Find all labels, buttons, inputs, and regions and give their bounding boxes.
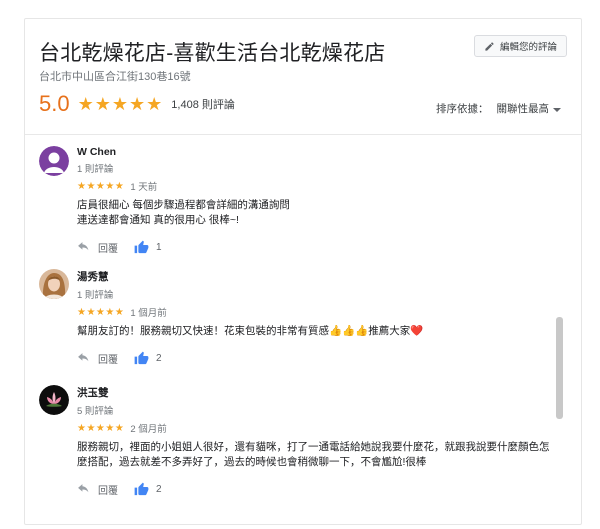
review-stars: ★★★★★ — [77, 306, 125, 318]
thumbs-up-icon[interactable] — [134, 482, 149, 497]
avatar[interactable] — [39, 146, 69, 176]
avatar[interactable] — [39, 385, 69, 415]
sort-value: 關聯性最高 — [497, 101, 561, 116]
sort-label: 排序依據： — [436, 103, 489, 115]
reviewer-name[interactable]: 湯秀慧 — [77, 269, 557, 284]
rating-summary: 5.0 ★★★★★ 1,408 則評論 — [39, 91, 235, 117]
rating-stars: ★★★★★ — [77, 93, 164, 114]
like-count: 1 — [156, 242, 162, 253]
reply-icon[interactable] — [77, 484, 90, 495]
reply-icon[interactable] — [77, 242, 90, 253]
page-title: 台北乾燥花店-喜歡生活台北乾燥花店 — [39, 42, 386, 65]
reply-button[interactable]: 回覆 — [98, 240, 118, 255]
edit-review-label: 編輯您的評論 — [499, 42, 557, 53]
reviewer-review-count: 1 則評論 — [77, 290, 114, 301]
divider — [25, 134, 581, 135]
reply-button[interactable]: 回覆 — [98, 482, 118, 497]
thumbs-up-icon[interactable] — [134, 240, 149, 255]
like-count: 2 — [156, 484, 162, 495]
avatar[interactable] — [39, 269, 69, 299]
sort-dropdown[interactable]: 排序依據： 關聯性最高 — [436, 101, 561, 116]
review-text: 服務親切，裡面的小姐姐人很好，還有貓咪，打了一通電話給她說我要什麼花，就跟我說要… — [77, 441, 550, 468]
reviewer-review-count: 1 則評論 — [77, 164, 114, 175]
thumbs-up-icon[interactable] — [134, 351, 149, 366]
business-address: 台北市中山區合江街130巷16號 — [39, 71, 191, 83]
review-text: 店員很細心 每個步驟過程都會詳細的溝通詢問 連送達都會通知 真的很用心 很棒~! — [77, 199, 290, 226]
pencil-icon — [485, 41, 494, 51]
scrollbar[interactable] — [556, 317, 563, 419]
review-time: 1 個月前 — [130, 308, 167, 319]
reviewer-name[interactable]: 洪玉雙 — [77, 385, 557, 400]
reply-icon[interactable] — [77, 353, 90, 364]
reviewer-review-count: 5 則評論 — [77, 406, 114, 417]
like-count: 2 — [156, 353, 162, 364]
edit-review-button[interactable]: 編輯您的評論 — [473, 35, 567, 57]
review-stars: ★★★★★ — [77, 422, 125, 434]
average-rating: 5.0 — [39, 91, 70, 116]
reviews-panel: 台北乾燥花店-喜歡生活台北乾燥花店 台北市中山區合江街130巷16號 編輯您的評… — [24, 18, 582, 525]
total-review-count[interactable]: 1,408 則評論 — [171, 96, 235, 112]
reviewer-name[interactable]: W Chen — [77, 146, 557, 158]
review-stars: ★★★★★ — [77, 180, 125, 192]
review-time: 1 天前 — [130, 182, 158, 193]
review-text: 幫朋友訂的！服務親切又快速！花束包裝的非常有質感👍👍👍推薦大家❤️ — [77, 325, 424, 337]
reply-button[interactable]: 回覆 — [98, 351, 118, 366]
review-time: 2 個月前 — [130, 424, 167, 435]
caret-down-icon — [553, 108, 561, 112]
